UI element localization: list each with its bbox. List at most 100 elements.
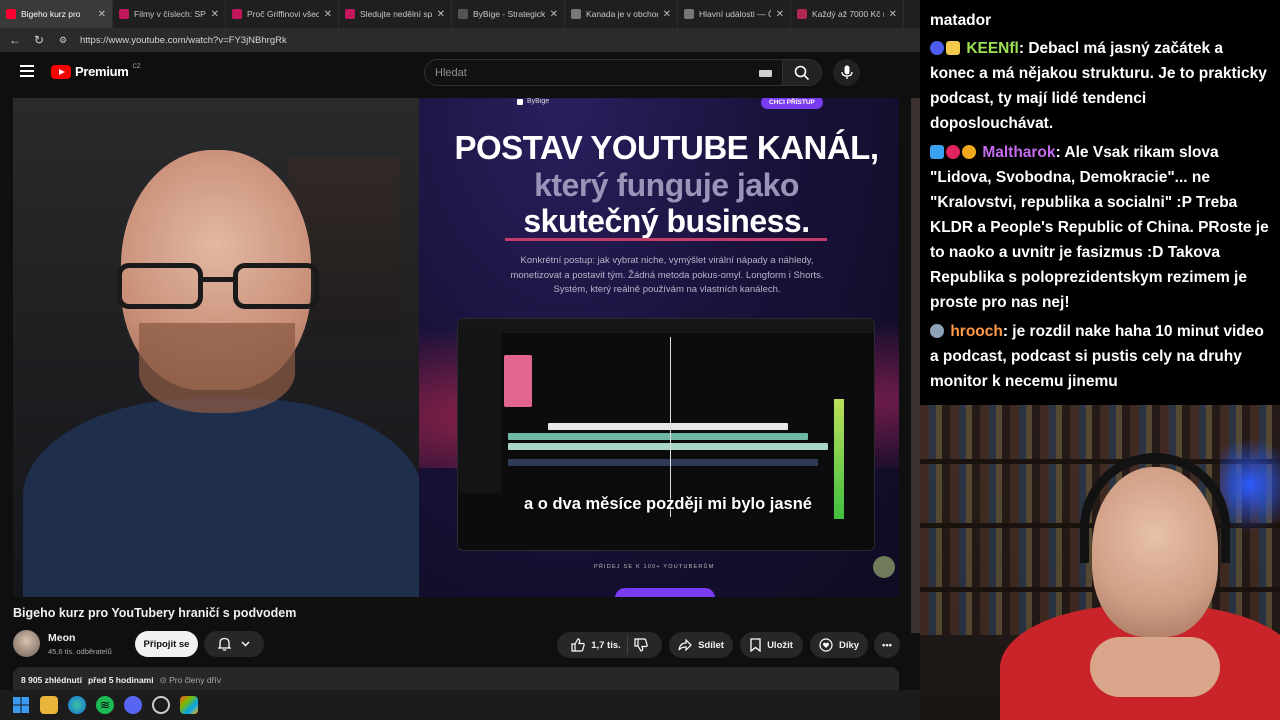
channel-name[interactable]: Meon [48,632,75,644]
chat-message: Maltharok: Ale Vsak rikam slova "Lidova,… [930,140,1270,315]
youtube-play-icon [51,64,71,79]
promo-button [615,588,715,597]
thumbs-down-icon[interactable] [634,638,648,652]
channel-avatar[interactable] [13,630,40,657]
like-count[interactable]: 1,7 tis. [591,640,621,651]
edge-browser-icon[interactable] [68,696,86,714]
browser-tab[interactable]: Kanada je v obchodn ✕ [565,0,678,28]
copilot-icon[interactable] [180,696,198,714]
promo-headline-2: který funguje jako [534,167,799,203]
chat-message: KEENfl: Debacl má jasný začátek a konec … [930,36,1270,136]
chat-message-tail: matador [930,12,992,29]
microphone-icon [840,65,853,79]
search-input[interactable] [435,66,735,79]
browser-tab[interactable]: Každý až 7000 Kč ro ✕ [791,0,904,28]
chat-message: hrooch: je rozdil nake haha 10 minut vid… [930,319,1270,394]
promo-headline-3: skutečný business. [523,203,810,239]
hamburger-menu-icon[interactable] [20,65,34,77]
search-button[interactable] [782,59,822,86]
close-tab-icon[interactable]: ✕ [98,9,106,20]
members-icon: ⊙ [159,675,170,685]
logo-region: CZ [132,63,141,70]
obs-icon[interactable] [152,696,170,714]
save-label: Uložit [767,639,793,651]
reload-icon[interactable]: ↻ [32,33,46,47]
video-title: Bigeho kurz pro YouTubery hraničí s podv… [13,606,297,620]
headline-underline [505,238,827,241]
number-badge-icon [962,145,976,159]
tab-title: Sledujte nedělní spe [360,9,432,19]
screen: Bigeho kurz pro ✕ Filmy v číslech: SPID … [0,0,1280,720]
browser-tab[interactable]: ByBige - Strategický ✕ [452,0,565,28]
address-bar: ← ↻ ⚙ https://www.youtube.com/watch?v=FY… [0,28,920,52]
browser-tab[interactable]: Bigeho kurz pro ✕ [0,0,113,28]
publish-date: před 5 hodinami [87,675,154,685]
chat-username: Maltharok [982,144,1056,161]
save-button[interactable]: Uložit [740,632,803,658]
cube-badge-icon [930,145,944,159]
keyboard-icon[interactable] [759,70,772,77]
like-dislike-group: 1,7 tis. [557,632,662,658]
share-label: Sdílet [698,639,724,651]
more-dots-icon: ••• [882,639,892,651]
video-player[interactable]: ByBige CHCI PŘÍSTUP POSTAV YOUTUBE KANÁL… [13,98,899,597]
close-tab-icon[interactable]: ✕ [776,9,784,20]
tab-favicon-icon [571,9,581,19]
browser-tab[interactable]: Hlavní události — ČT ✕ [678,0,791,28]
promo-avatar [873,556,895,578]
thanks-heart-icon [819,638,833,652]
browser-tab[interactable]: Filmy v číslech: SPID ✕ [113,0,226,28]
join-button[interactable]: Připojit se [135,631,198,657]
tab-favicon-icon [797,9,807,19]
file-explorer-icon[interactable] [40,696,58,714]
view-count: 8 905 zhlédnutí [21,675,82,685]
video-caption: a o dva měsíce později mi bylo jasné [524,495,812,513]
thumbs-up-icon[interactable] [571,638,585,652]
subscriber-count: 45,6 tis. odběratelů [48,647,112,656]
close-tab-icon[interactable]: ✕ [663,9,671,20]
video-presenter-frame [13,98,423,597]
promo-brand: ByBige [517,98,549,105]
close-tab-icon[interactable]: ✕ [889,9,897,20]
windows-start-icon[interactable] [12,696,30,714]
spotify-icon[interactable]: ≋ [96,696,114,714]
chevron-down-icon [241,641,250,647]
close-tab-icon[interactable]: ✕ [437,9,445,20]
windows-taskbar: ≋ [0,690,920,720]
search-box [424,59,783,86]
browser-tab[interactable]: Proč Griffinovi všech ✕ [226,0,339,28]
promo-footer: PŘIDEJ SE K 100+ YOUTUBERŮM [594,564,715,570]
tab-title: Hlavní události — ČT [699,9,771,19]
subscriber-badge-icon [930,41,944,55]
notifications-button[interactable] [204,631,264,657]
tab-title: Bigeho kurz pro [21,9,81,19]
site-info-icon[interactable]: ⚙ [56,35,70,46]
gem-badge-icon [946,145,960,159]
thanks-button[interactable]: Díky [810,632,868,658]
promo-webpage: ByBige CHCI PŘÍSTUP POSTAV YOUTUBE KANÁL… [419,98,899,597]
search-icon [794,65,810,80]
tab-favicon-icon [684,9,694,19]
promo-cta-button: CHCI PŘÍSTUP [761,98,823,109]
video-editor-screenshot [457,318,875,551]
more-actions-button[interactable]: ••• [874,632,900,658]
browser-tab[interactable]: Sledujte nedělní spe ✕ [339,0,452,28]
voice-search-button[interactable] [833,59,860,86]
tab-favicon-icon [458,9,468,19]
youtube-header: Premium CZ [0,52,920,94]
discord-icon[interactable] [124,696,142,714]
chat-username: KEENfl [966,40,1019,57]
close-tab-icon[interactable]: ✕ [550,9,558,20]
promo-brand-name: ByBige [527,98,550,105]
logo-text: Premium [75,64,129,79]
youtube-logo[interactable]: Premium CZ [51,64,141,79]
tab-favicon-icon [345,9,355,19]
tab-favicon-icon [119,9,129,19]
url-field[interactable]: https://www.youtube.com/watch?v=FY3jNBhr… [80,35,287,46]
gift-badge-icon [930,324,944,338]
share-button[interactable]: Sdílet [669,632,733,658]
close-tab-icon[interactable]: ✕ [324,9,332,20]
close-tab-icon[interactable]: ✕ [211,9,219,20]
thanks-label: Díky [838,639,860,651]
back-arrow-icon[interactable]: ← [8,33,22,47]
